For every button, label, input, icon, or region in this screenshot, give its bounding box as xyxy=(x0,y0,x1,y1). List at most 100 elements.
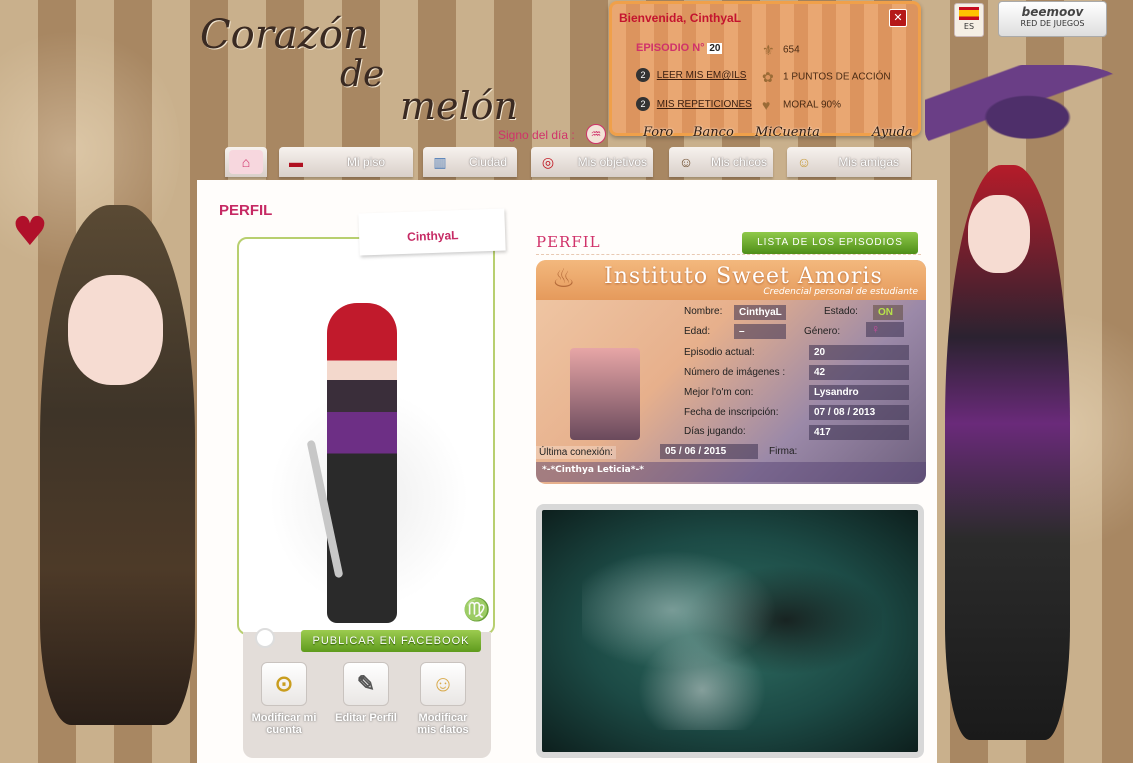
images-value: 42 xyxy=(809,365,909,380)
language-code: ES xyxy=(963,22,975,31)
last-connection-label: Última conexión: xyxy=(536,446,616,459)
repeats-count-badge: 2 xyxy=(636,97,650,111)
bat-decoration-icon xyxy=(925,65,1130,160)
my-account-link[interactable]: MiCuenta xyxy=(755,125,820,140)
logo-line-1: Corazón xyxy=(200,12,369,58)
page-title: PERFIL xyxy=(219,202,273,219)
pen-icon: ✎ xyxy=(343,662,389,706)
sofa-icon: ▬ xyxy=(289,154,303,170)
episode-list-button[interactable]: LISTA DE LOS EPISODIOS xyxy=(742,232,918,254)
nav-home[interactable]: ⌂ xyxy=(225,147,267,177)
avatar-icon: ☺ xyxy=(420,662,466,706)
boy-avatar-icon: ☺ xyxy=(678,154,694,170)
profile-banner-image xyxy=(536,504,924,758)
nav-my-apartment[interactable]: ▬ Mi piso xyxy=(279,147,413,177)
nav-my-friends-label: Mis amigas xyxy=(838,155,899,169)
logo-line-2: de xyxy=(340,54,385,95)
language-selector[interactable]: ES xyxy=(954,3,984,37)
welcome-text: Bienvenida, CinthyaL xyxy=(619,11,742,25)
target-icon: ◎ xyxy=(541,154,555,170)
beemoov-logo-button[interactable]: beemoov RED DE JUEGOS xyxy=(998,1,1107,37)
nav-my-boys-label: Mis chicos xyxy=(710,155,767,169)
modify-data-label: Modificar mis datos xyxy=(417,712,469,736)
modify-data-action[interactable]: ☺ Modificar mis datos xyxy=(408,662,478,736)
heart-decoration-icon: ♥ xyxy=(12,209,48,255)
padlock-icon: ⊙ xyxy=(261,662,307,706)
dollars-value: 654 xyxy=(783,44,800,56)
episode-number: 20 xyxy=(707,43,723,54)
fleur-de-lis-icon: ⚜ xyxy=(762,42,775,58)
close-icon[interactable]: ✕ xyxy=(889,9,907,27)
signature-label: Firma: xyxy=(769,446,798,457)
virgo-zodiac-icon: ♍ xyxy=(463,598,491,623)
home-icon: ⌂ xyxy=(229,150,263,174)
avatar-card xyxy=(237,237,495,635)
modify-account-action[interactable]: ⊙ Modificar mi cuenta xyxy=(249,662,319,736)
best-label: Mejor l'o'm con: xyxy=(684,387,754,398)
gender-label: Género: xyxy=(804,326,841,337)
sign-of-day-label: Signo del día : xyxy=(498,128,575,142)
episode-label: Episodio actual: xyxy=(684,347,755,358)
aquarius-sign-icon[interactable]: ♒ xyxy=(586,124,606,144)
nav-my-friends[interactable]: ☺ Mis amigas xyxy=(787,147,911,177)
modify-account-label: Modificar mi cuenta xyxy=(251,712,317,736)
days-label: Días jugando: xyxy=(684,426,746,437)
student-id-card: ♨ Instituto Sweet Amoris Credencial pers… xyxy=(536,260,926,484)
bank-link[interactable]: Banco xyxy=(693,125,734,140)
paw-icon: ✿ xyxy=(762,69,774,85)
name-value: CinthyaL xyxy=(734,305,786,320)
episode-label: EPISODIO N° xyxy=(636,42,705,54)
moral-row: ♥ MORAL 90% xyxy=(762,97,841,113)
nav-city-label: Ciudad xyxy=(468,155,507,169)
age-value: – xyxy=(734,324,786,339)
banner-character-group xyxy=(582,530,882,730)
signup-label: Fecha de inscripción: xyxy=(684,407,779,418)
publish-facebook-button[interactable]: PUBLICAR EN FACEBOOK xyxy=(301,630,481,652)
building-icon: ▥ xyxy=(433,154,447,170)
action-points-value: 1 PUNTOS DE ACCIÓN xyxy=(783,71,891,83)
nav-my-goals-label: Mis objetivos xyxy=(577,155,647,169)
nav-my-apartment-label: Mi piso xyxy=(346,155,385,169)
gender-female-icon: ♀ xyxy=(866,322,904,337)
days-value: 417 xyxy=(809,425,909,440)
age-label: Edad: xyxy=(684,326,711,337)
username-tab: CinthyaL xyxy=(358,208,506,256)
spain-flag-icon xyxy=(959,7,979,20)
id-card-subtitle: Credencial personal de estudiante xyxy=(763,287,918,297)
logo-line-3: melón xyxy=(400,84,519,128)
avatar-rotate-handle[interactable] xyxy=(255,628,275,648)
repeats-link[interactable]: MIS REPETICIONES xyxy=(657,99,752,110)
read-emails-link[interactable]: LEER MIS EM@ILS xyxy=(657,70,747,81)
profile-heading: PERFIL xyxy=(536,233,601,251)
right-character-face xyxy=(968,195,1030,273)
nav-my-goals[interactable]: ◎ Mis objetivos xyxy=(531,147,653,177)
state-value: ON xyxy=(873,305,903,320)
heading-divider xyxy=(536,254,921,255)
user-panel: Bienvenida, CinthyaL ✕ EPISODIO N° 20 2 … xyxy=(609,1,921,136)
action-points-row: ✿ 1 PUNTOS DE ACCIÓN xyxy=(762,69,891,85)
edit-profile-action[interactable]: ✎ Editar Perfil xyxy=(331,662,401,724)
best-value: Lysandro xyxy=(809,385,909,400)
emails-row: 2 LEER MIS EM@ILS xyxy=(636,68,746,82)
moral-value: MORAL 90% xyxy=(783,99,841,111)
forum-link[interactable]: Foro xyxy=(643,125,673,140)
main-navigation: ⌂ ▬ Mi piso ▥ Ciudad ◎ Mis objetivos ☺ M… xyxy=(197,147,937,181)
nav-city[interactable]: ▥ Ciudad xyxy=(423,147,517,177)
beemoov-tagline: RED DE JUEGOS xyxy=(1020,19,1085,28)
signature-bar: *-*Cinthya Leticia*-* xyxy=(536,462,926,482)
heart-icon: ♥ xyxy=(762,97,771,113)
nav-my-boys[interactable]: ☺ Mis chicos xyxy=(669,147,773,177)
edit-profile-label: Editar Perfil xyxy=(335,712,397,724)
emails-count-badge: 2 xyxy=(636,68,650,82)
dollars-row: ⚜ 654 xyxy=(762,42,800,58)
girl-avatar-icon: ☺ xyxy=(796,154,812,170)
name-label: Nombre: xyxy=(684,306,723,317)
id-card-title: Instituto Sweet Amoris xyxy=(604,264,883,289)
episode-info: EPISODIO N° 20 xyxy=(636,42,723,54)
episode-value: 20 xyxy=(809,345,909,360)
left-character-face xyxy=(68,275,163,385)
images-label: Número de imágenes : xyxy=(684,367,786,378)
cupcake-icon: ♨ xyxy=(552,264,576,294)
signup-value: 07 / 08 / 2013 xyxy=(809,405,909,420)
help-link[interactable]: Ayuda xyxy=(872,125,913,140)
